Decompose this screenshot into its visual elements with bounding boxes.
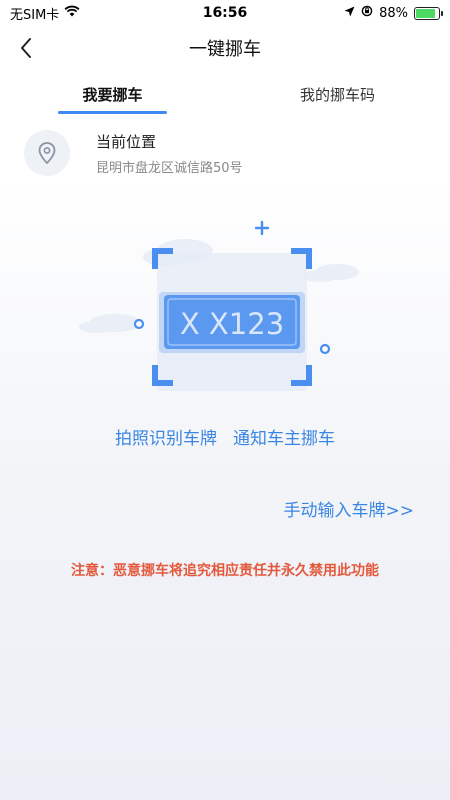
current-location: 当前位置 昆明市盘龙区诚信路50号 xyxy=(24,128,424,178)
carrier-label: 无SIM卡 xyxy=(10,7,60,23)
status-left: 无SIM卡 xyxy=(10,4,80,23)
location-address: 昆明市盘龙区诚信路50号 xyxy=(96,160,243,176)
tab-my-move-code[interactable]: 我的挪车码 xyxy=(225,76,450,116)
tab-label: 我的挪车码 xyxy=(299,86,375,104)
status-right: 88% xyxy=(344,5,443,21)
plate-scan-illustration[interactable]: X X123 xyxy=(75,215,375,415)
wifi-icon xyxy=(64,5,80,21)
location-pin-icon xyxy=(24,130,70,176)
photo-recognize-plate-link[interactable]: 拍照识别车牌 xyxy=(115,424,217,449)
notify-owner-link[interactable]: 通知车主挪车 xyxy=(233,424,335,449)
plus-icon xyxy=(254,220,270,236)
plate-text: X X123 xyxy=(180,307,284,341)
location-arrow-icon xyxy=(344,6,355,21)
tab-label: 我要挪车 xyxy=(82,86,143,104)
location-title: 当前位置 xyxy=(96,132,157,151)
page-title: 一键挪车 xyxy=(189,39,261,60)
status-bar: 无SIM卡 16:56 88% xyxy=(0,0,450,26)
tab-bar: 我要挪车 我的挪车码 xyxy=(0,76,450,116)
warning-notice: 注意：恶意挪车将追究相应责任并永久禁用此功能 xyxy=(71,563,379,579)
tab-move-car[interactable]: 我要挪车 xyxy=(0,76,225,116)
manual-input-plate-link[interactable]: 手动输入车牌>> xyxy=(284,496,415,521)
chevron-left-icon xyxy=(21,38,31,58)
back-button[interactable] xyxy=(10,32,42,64)
nav-bar: 一键挪车 xyxy=(0,26,450,70)
tab-active-indicator xyxy=(58,111,167,114)
location-text: 当前位置 昆明市盘龙区诚信路50号 xyxy=(96,131,243,176)
dot-decoration xyxy=(133,318,145,330)
rotation-lock-icon xyxy=(361,5,373,21)
scan-actions: 拍照识别车牌 通知车主挪车 xyxy=(0,424,450,449)
battery-icon xyxy=(414,6,443,20)
battery-fill xyxy=(416,8,436,18)
dot-decoration xyxy=(319,343,331,355)
battery-percent: 88% xyxy=(379,5,408,21)
